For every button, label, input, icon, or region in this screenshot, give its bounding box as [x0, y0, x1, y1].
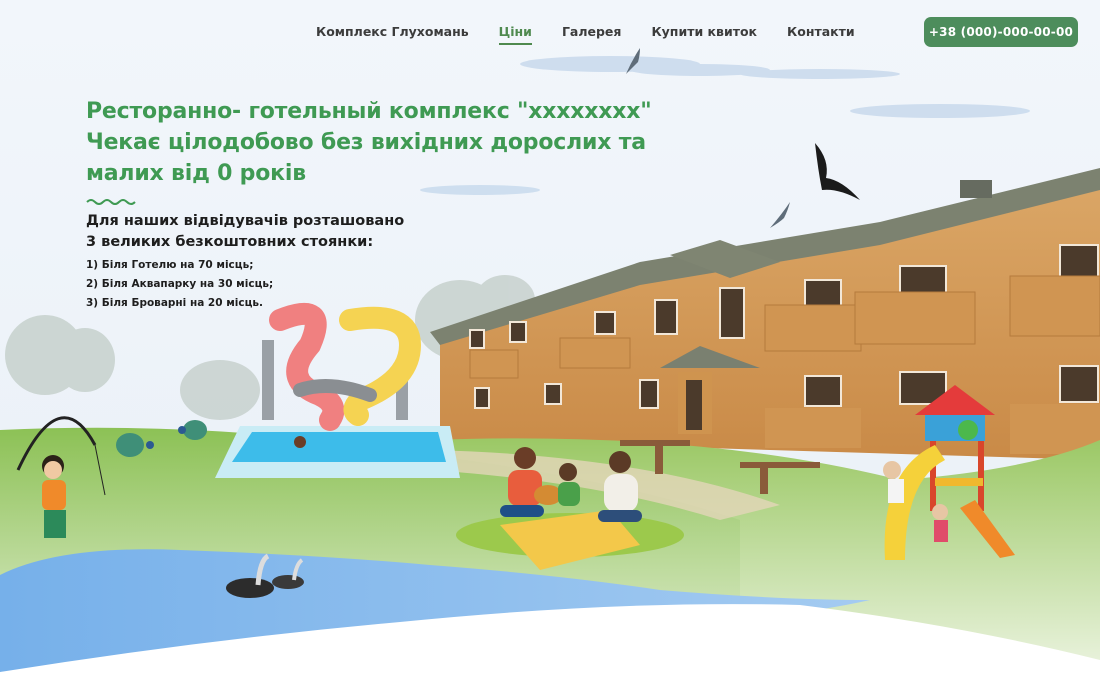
hero-title-line-1: Ресторанно- готельный комплекс "xxxxxxxx…	[86, 99, 652, 124]
parking-item: 1) Біля Готелю на 70 місць;	[86, 259, 254, 271]
pool	[215, 426, 460, 478]
nav-item-complex[interactable]: Комплекс Глухомань	[316, 24, 469, 45]
hero-title-line-3: малих від 0 років	[86, 161, 306, 186]
top-navigation: Комплекс Глухомань Ціни Галерея Купити к…	[316, 24, 885, 45]
parking-item: 3) Біля Броварні на 20 місць.	[86, 297, 264, 309]
wave-divider-icon	[86, 199, 136, 205]
parking-heading-line-2: 3 великих безкоштовних стоянки:	[86, 234, 374, 250]
hero-title-line-2: Чекає цілодобово без вихідних дорослих т…	[86, 130, 646, 155]
nav-item-prices[interactable]: Ціни	[498, 24, 532, 45]
nav-item-buy-ticket[interactable]: Купити квиток	[651, 24, 757, 45]
hero-block: Ресторанно- готельный комплекс "xxxxxxxx…	[86, 96, 652, 206]
parking-list: 1) Біля Готелю на 70 місць; 2) Біля Аква…	[86, 256, 404, 313]
parking-heading-line-1: Для наших відвідувачів розташовано	[86, 213, 405, 229]
parking-info: Для наших відвідувачів розташовано 3 вел…	[86, 211, 404, 313]
phone-button[interactable]: +38 (000)-000-00-00	[924, 17, 1078, 47]
nav-item-gallery[interactable]: Галерея	[562, 24, 622, 45]
parking-item: 2) Біля Аквапарку на 30 місць;	[86, 278, 274, 290]
nav-item-contacts[interactable]: Контакти	[787, 24, 855, 45]
